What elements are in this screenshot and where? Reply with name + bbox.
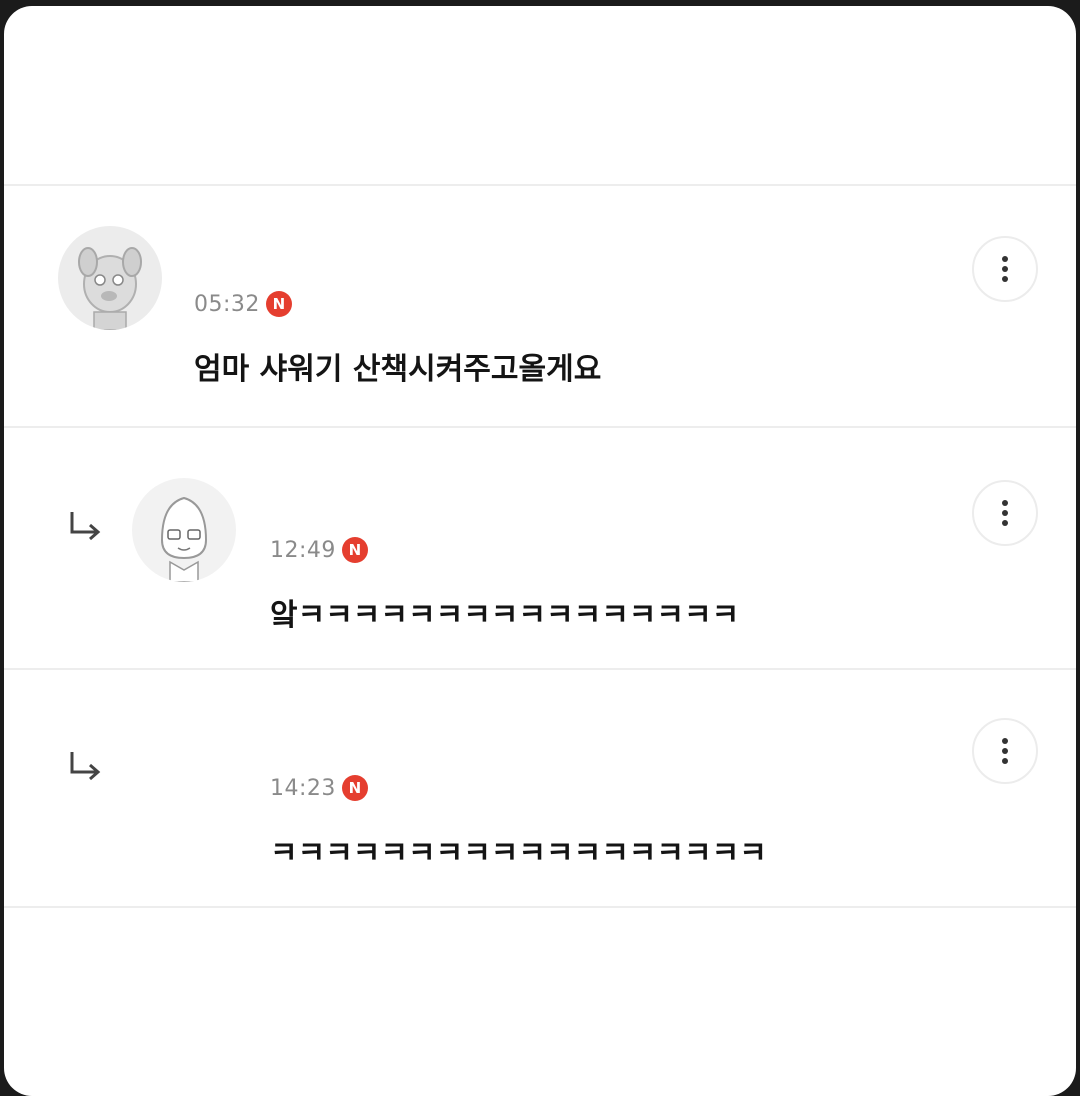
reply-meta: 14:23 N bbox=[270, 772, 368, 804]
more-options-button[interactable] bbox=[972, 236, 1038, 302]
peach-avatar-icon bbox=[160, 496, 208, 582]
reply-time: 14:23 bbox=[270, 775, 336, 801]
reply-meta: 12:49 N bbox=[270, 534, 368, 566]
more-options-button[interactable] bbox=[972, 480, 1038, 546]
reply-arrow-icon bbox=[70, 752, 101, 781]
comment-item: 05:32 N 엄마 샤워기 산책시켜주고올게요 bbox=[4, 186, 1076, 426]
comment-text: 엄마 샤워기 산책시켜주고올게요 bbox=[194, 352, 602, 387]
dog-avatar-icon bbox=[78, 247, 142, 330]
reply-item: 12:49 N 앜ㅋㅋㅋㅋㅋㅋㅋㅋㅋㅋㅋㅋㅋㅋㅋㅋ bbox=[4, 428, 1076, 668]
more-vertical-icon bbox=[1002, 738, 1008, 764]
dog-avatar[interactable] bbox=[58, 226, 162, 330]
more-vertical-icon bbox=[1002, 256, 1008, 282]
more-options-button[interactable] bbox=[972, 718, 1038, 784]
reply-text: ㅋㅋㅋㅋㅋㅋㅋㅋㅋㅋㅋㅋㅋㅋㅋㅋㅋㅋ bbox=[270, 836, 767, 871]
new-badge: N bbox=[341, 537, 368, 563]
reply-arrow-icon bbox=[70, 512, 101, 541]
comment-panel: 05:32 N 엄마 샤워기 산책시켜주고올게요 12:49 N 앜ㅋㅋㅋㅋㅋㅋ… bbox=[4, 6, 1076, 1096]
reply-text: 앜ㅋㅋㅋㅋㅋㅋㅋㅋㅋㅋㅋㅋㅋㅋㅋㅋ bbox=[270, 598, 740, 633]
divider bbox=[4, 906, 1076, 908]
reply-item: 14:23 N ㅋㅋㅋㅋㅋㅋㅋㅋㅋㅋㅋㅋㅋㅋㅋㅋㅋㅋ bbox=[4, 670, 1076, 906]
new-badge: N bbox=[341, 775, 368, 801]
comment-meta: 05:32 N bbox=[194, 288, 292, 320]
more-vertical-icon bbox=[1002, 500, 1008, 526]
comment-time: 05:32 bbox=[194, 291, 260, 317]
new-badge: N bbox=[265, 291, 292, 317]
peach-avatar[interactable] bbox=[132, 478, 236, 582]
reply-time: 12:49 bbox=[270, 537, 336, 563]
